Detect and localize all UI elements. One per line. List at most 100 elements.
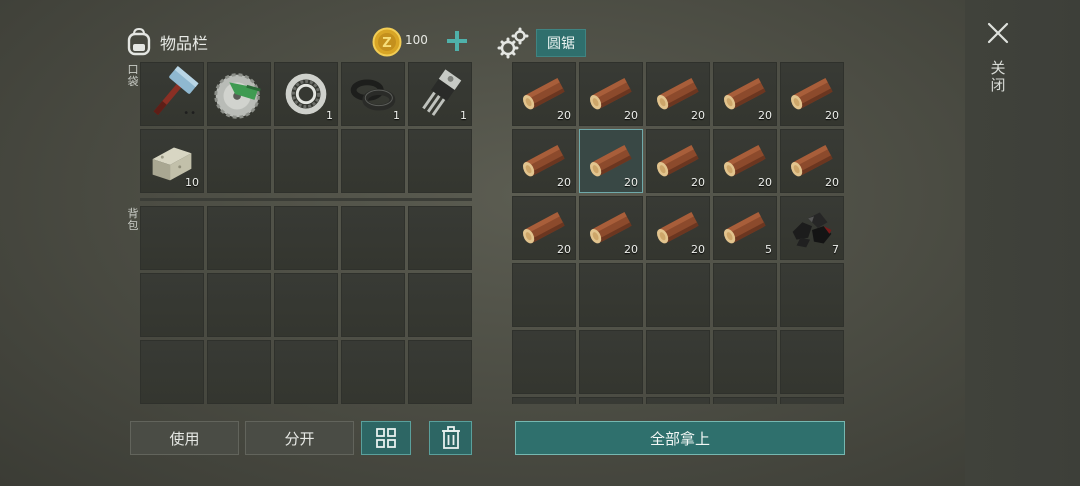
item-count: 20 xyxy=(624,243,638,256)
crafting-slot[interactable]: 20 xyxy=(646,196,710,260)
crafting-slot[interactable] xyxy=(512,330,576,394)
sort-button[interactable] xyxy=(361,421,411,455)
crafting-slot[interactable]: 20 xyxy=(780,62,844,126)
crafting-slot[interactable]: 20 xyxy=(646,129,710,193)
item-count: 20 xyxy=(557,109,571,122)
item-count: 20 xyxy=(825,176,839,189)
backpack-slot[interactable] xyxy=(274,206,338,270)
crafting-slot[interactable]: 20 xyxy=(512,196,576,260)
crafting-grid: 20 20 20 20 20 20 20 20 20 20 20 20 20 5 7 xyxy=(512,62,844,404)
item-count: 20 xyxy=(691,109,705,122)
crafting-slot[interactable] xyxy=(579,397,643,404)
crafting-slot[interactable] xyxy=(646,397,710,404)
crafting-header: 圆锯 xyxy=(496,26,586,60)
backpack-slot[interactable] xyxy=(140,273,204,337)
gears-icon xyxy=(497,27,529,59)
delete-button[interactable] xyxy=(429,421,472,455)
close-icon[interactable] xyxy=(985,20,1011,46)
pocket-slot[interactable]: 1 xyxy=(408,62,472,126)
crafting-slot[interactable] xyxy=(579,330,643,394)
backpack-slot[interactable] xyxy=(274,340,338,404)
crafting-slot[interactable]: 20 xyxy=(713,62,777,126)
svg-text:Z: Z xyxy=(382,36,391,51)
crafting-slot[interactable]: 5 xyxy=(713,196,777,260)
pocket-slot[interactable] xyxy=(341,129,405,193)
item-count: 5 xyxy=(765,243,772,256)
item-count: 7 xyxy=(832,243,839,256)
backpack-icon xyxy=(127,28,151,56)
item-count: 20 xyxy=(691,243,705,256)
item-count: 20 xyxy=(758,176,772,189)
section-divider xyxy=(140,198,472,201)
crafting-slot[interactable] xyxy=(713,397,777,404)
item-count: 20 xyxy=(624,109,638,122)
take-all-button[interactable]: 全部拿上 xyxy=(515,421,845,455)
backpack-label: 背包 xyxy=(127,207,139,232)
crafting-station-title: 圆锯 xyxy=(536,29,586,57)
crafting-slot[interactable]: 20 xyxy=(646,62,710,126)
pocket-slot[interactable]: •• xyxy=(140,62,204,126)
crafting-slot[interactable] xyxy=(713,330,777,394)
backpack-slot[interactable] xyxy=(207,206,271,270)
right-side-panel xyxy=(965,0,1080,486)
trash-icon xyxy=(441,426,460,449)
crafting-slot[interactable]: 20 xyxy=(780,129,844,193)
pocket-slot[interactable] xyxy=(408,129,472,193)
crafting-slot[interactable]: 20 xyxy=(579,62,643,126)
crafting-slot[interactable] xyxy=(780,263,844,327)
backpack-slot[interactable] xyxy=(140,340,204,404)
split-button-label: 分开 xyxy=(284,429,315,448)
crafting-slot[interactable] xyxy=(713,263,777,327)
backpack-slot[interactable] xyxy=(274,273,338,337)
crafting-slot[interactable] xyxy=(512,397,576,404)
crafting-slot[interactable] xyxy=(512,263,576,327)
item-count: 1 xyxy=(393,109,400,122)
pocket-slot[interactable]: 1 xyxy=(274,62,338,126)
pocket-slot[interactable]: 10 xyxy=(140,129,204,193)
crafting-slot[interactable]: 20 xyxy=(713,129,777,193)
item-count: 10 xyxy=(185,176,199,189)
pocket-slot[interactable]: 1 xyxy=(341,62,405,126)
item-count: 20 xyxy=(557,243,571,256)
backpack-slot[interactable] xyxy=(207,273,271,337)
crafting-slot[interactable] xyxy=(646,263,710,327)
crafting-slot[interactable]: 20 xyxy=(512,129,576,193)
coin-icon: Z xyxy=(372,27,402,57)
crafting-slot[interactable]: 20 xyxy=(579,129,643,193)
add-coins-button[interactable] xyxy=(444,28,470,54)
crafting-slot[interactable]: 7 xyxy=(780,196,844,260)
item-count: 20 xyxy=(825,109,839,122)
backpack-slot[interactable] xyxy=(408,273,472,337)
saw-blade-icon xyxy=(208,63,270,125)
backpack-slot[interactable] xyxy=(341,340,405,404)
backpack-slot[interactable] xyxy=(341,206,405,270)
crafting-slot[interactable] xyxy=(646,330,710,394)
item-count: 20 xyxy=(758,109,772,122)
use-button[interactable]: 使用 xyxy=(130,421,239,455)
backpack-slot[interactable] xyxy=(408,340,472,404)
pocket-slot[interactable] xyxy=(207,62,271,126)
backpack-slot[interactable] xyxy=(341,273,405,337)
pocket-slot[interactable] xyxy=(207,129,271,193)
item-count: 1 xyxy=(460,109,467,122)
item-count: 20 xyxy=(557,176,571,189)
pocket-label: 口袋 xyxy=(127,63,139,88)
inventory-title: 物品栏 xyxy=(160,34,209,53)
item-count: 1 xyxy=(326,109,333,122)
split-button[interactable]: 分开 xyxy=(245,421,354,455)
inventory-header: 物品栏 xyxy=(126,26,208,58)
crafting-slot[interactable] xyxy=(780,397,844,404)
backpack-slot[interactable] xyxy=(207,340,271,404)
grid-icon xyxy=(376,428,396,448)
crafting-slot[interactable]: 20 xyxy=(579,196,643,260)
crafting-slot[interactable] xyxy=(780,330,844,394)
backpack-slot[interactable] xyxy=(140,206,204,270)
backpack-grid xyxy=(140,206,472,404)
backpack-slot[interactable] xyxy=(408,206,472,270)
pocket-slot[interactable] xyxy=(274,129,338,193)
crafting-slot[interactable] xyxy=(579,263,643,327)
pocket-grid: •• 1 1 1 10 xyxy=(140,62,472,193)
close-label[interactable]: 关闭 xyxy=(988,60,1008,94)
coin-count: 100 xyxy=(405,33,428,47)
crafting-slot[interactable]: 20 xyxy=(512,62,576,126)
